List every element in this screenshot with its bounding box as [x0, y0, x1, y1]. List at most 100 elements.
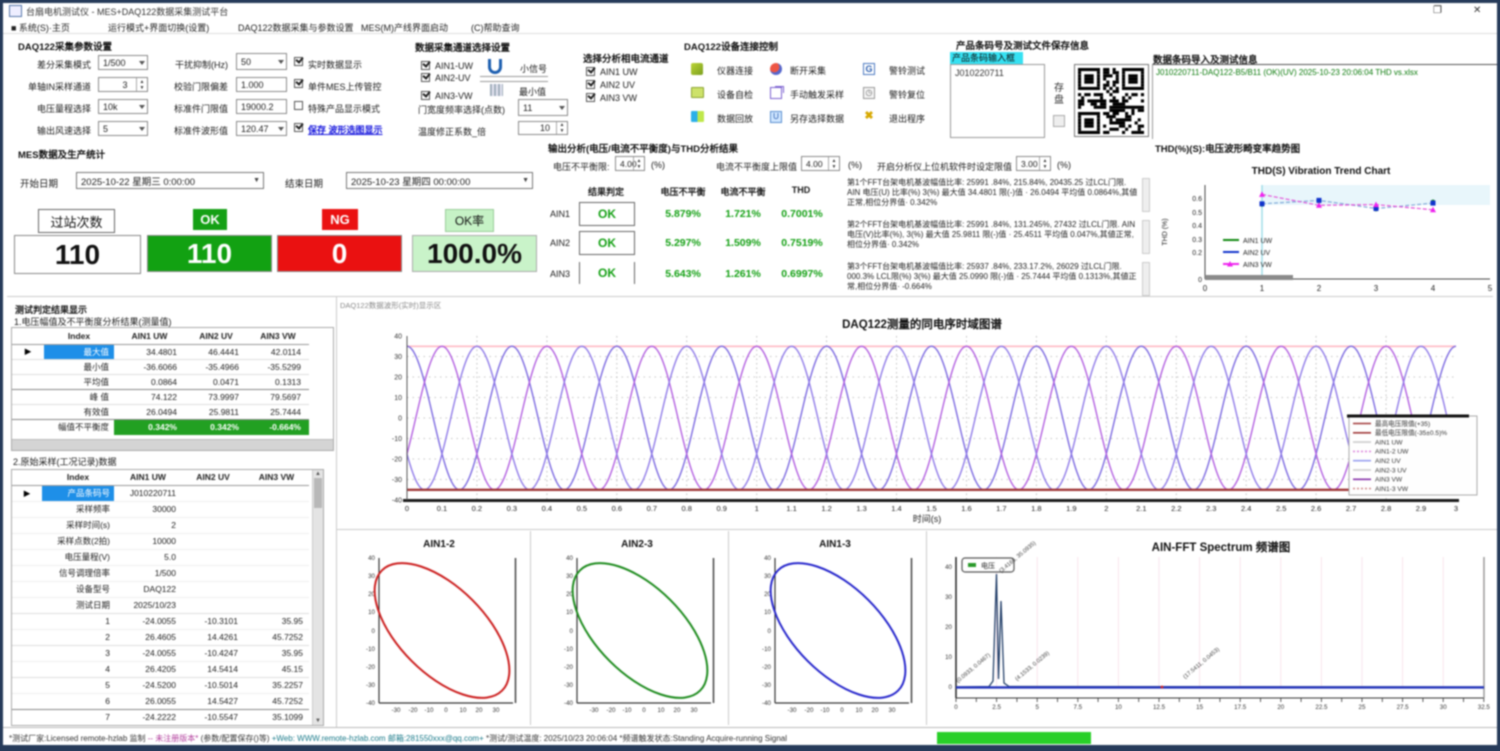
svg-text:0: 0 — [570, 628, 574, 635]
svg-text:15: 15 — [1196, 704, 1203, 711]
svg-text:2.7: 2.7 — [1346, 504, 1356, 513]
svg-text:1.6: 1.6 — [961, 504, 971, 513]
svg-text:0.8: 0.8 — [681, 504, 691, 513]
svg-text:0.6: 0.6 — [1192, 196, 1202, 203]
svg-text:0.6: 0.6 — [612, 504, 622, 513]
svg-text:0: 0 — [405, 504, 409, 513]
svg-text:1.2: 1.2 — [821, 504, 831, 513]
svg-text:THD(S) Vibration Trend Chart: THD(S) Vibration Trend Chart — [1252, 166, 1391, 177]
svg-text:20: 20 — [476, 707, 483, 714]
svg-text:2.5: 2.5 — [992, 704, 1001, 711]
svg-text:AIN1-3: AIN1-3 — [819, 539, 851, 550]
svg-text:10: 10 — [394, 395, 402, 402]
svg-text:最低电压限值(-35±0.5)%: 最低电压限值(-35±0.5)% — [1375, 428, 1447, 437]
svg-text:AIN1-3 VW: AIN1-3 VW — [1375, 486, 1409, 493]
svg-text:-20: -20 — [564, 664, 574, 671]
svg-text:20: 20 — [945, 624, 952, 631]
svg-text:0.2: 0.2 — [1192, 250, 1202, 257]
svg-text:40: 40 — [764, 555, 771, 562]
svg-text:30: 30 — [889, 707, 896, 714]
svg-text:-40: -40 — [392, 498, 402, 505]
svg-text:-20: -20 — [607, 707, 617, 714]
svg-text:1.5: 1.5 — [926, 504, 936, 513]
svg-text:0: 0 — [768, 628, 772, 635]
svg-text:30: 30 — [394, 354, 402, 361]
svg-text:AIN2-3: AIN2-3 — [621, 539, 653, 550]
svg-text:0.7: 0.7 — [647, 504, 657, 513]
svg-text:-20: -20 — [762, 664, 772, 671]
svg-text:0: 0 — [954, 704, 958, 711]
svg-text:10: 10 — [1115, 704, 1122, 711]
svg-text:-40: -40 — [564, 700, 574, 707]
svg-text:10: 10 — [566, 609, 573, 616]
svg-text:2.9: 2.9 — [1416, 504, 1426, 513]
svg-text:-10: -10 — [392, 436, 402, 443]
svg-text:1.8: 1.8 — [1031, 504, 1041, 513]
svg-text:17.5: 17.5 — [1234, 704, 1247, 711]
svg-text:0.3: 0.3 — [1192, 237, 1202, 244]
svg-text:30: 30 — [945, 594, 952, 601]
svg-text:32.5: 32.5 — [1478, 704, 1491, 711]
svg-text:DAQ122测量的同电序时域图谱: DAQ122测量的同电序时域图谱 — [842, 317, 1002, 331]
svg-text:-10: -10 — [564, 646, 574, 653]
svg-text:(0.0933, 0.0467): (0.0933, 0.0467) — [955, 653, 991, 685]
svg-text:-20: -20 — [392, 457, 402, 464]
svg-text:-30: -30 — [392, 477, 402, 484]
svg-text:0: 0 — [398, 416, 402, 423]
svg-text:AIN2 UV: AIN2 UV — [1243, 250, 1271, 257]
svg-text:2.1: 2.1 — [1136, 504, 1146, 513]
svg-text:-20: -20 — [366, 664, 376, 671]
svg-text:-10: -10 — [425, 707, 435, 714]
svg-text:1.3: 1.3 — [856, 504, 866, 513]
svg-text:1.4: 1.4 — [891, 504, 901, 513]
svg-text:AIN3 VW: AIN3 VW — [1375, 477, 1403, 484]
svg-text:30: 30 — [764, 573, 771, 580]
svg-text:AIN-FFT Spectrum 频谱图: AIN-FFT Spectrum 频谱图 — [1152, 540, 1291, 554]
svg-text:0: 0 — [642, 707, 646, 714]
svg-text:1.1: 1.1 — [786, 504, 796, 513]
svg-text:AIN1-2: AIN1-2 — [423, 539, 455, 550]
svg-text:2: 2 — [1104, 504, 1108, 513]
svg-text:20: 20 — [674, 707, 681, 714]
svg-text:2.8: 2.8 — [1381, 504, 1391, 513]
svg-text:0.4: 0.4 — [542, 504, 552, 513]
svg-text:0.1: 0.1 — [437, 504, 447, 513]
svg-text:0.5: 0.5 — [1192, 210, 1202, 217]
svg-text:1.9: 1.9 — [1066, 504, 1076, 513]
svg-text:AIN1 UW: AIN1 UW — [1375, 439, 1403, 446]
svg-text:2: 2 — [1317, 284, 1322, 293]
svg-text:0: 0 — [1203, 284, 1208, 293]
svg-text:12.5: 12.5 — [1153, 704, 1166, 711]
svg-text:0.2: 0.2 — [472, 504, 482, 513]
svg-text:THD (%): THD (%) — [1162, 218, 1169, 245]
svg-text:0.5: 0.5 — [577, 504, 587, 513]
svg-text:10: 10 — [368, 609, 375, 616]
svg-text:1.7: 1.7 — [996, 504, 1006, 513]
svg-text:2.5: 2.5 — [1276, 504, 1286, 513]
svg-text:最高电压限值(+35): 最高电压限值(+35) — [1375, 419, 1430, 428]
svg-text:0: 0 — [372, 628, 376, 635]
svg-text:0.9: 0.9 — [716, 504, 726, 513]
svg-text:AIN2 UV: AIN2 UV — [1375, 458, 1401, 465]
svg-text:20: 20 — [872, 707, 879, 714]
svg-text:40: 40 — [368, 555, 375, 562]
svg-text:30: 30 — [368, 573, 375, 580]
svg-text:27.5: 27.5 — [1397, 704, 1410, 711]
svg-text:22.5: 22.5 — [1315, 704, 1328, 711]
svg-text:-30: -30 — [762, 682, 772, 689]
svg-text:40: 40 — [394, 334, 402, 341]
svg-text:AIN1 UW: AIN1 UW — [1243, 238, 1273, 245]
svg-text:40: 40 — [945, 564, 952, 571]
svg-text:10: 10 — [460, 707, 467, 714]
svg-text:-10: -10 — [762, 646, 772, 653]
svg-text:7.5: 7.5 — [1073, 704, 1082, 711]
svg-text:-30: -30 — [564, 682, 574, 689]
svg-text:0: 0 — [1198, 277, 1202, 284]
svg-text:时间(s): 时间(s) — [913, 513, 942, 524]
svg-text:2.4: 2.4 — [1241, 504, 1251, 513]
svg-text:AIN3 VW: AIN3 VW — [1243, 262, 1272, 269]
svg-text:AIN1-2 UW: AIN1-2 UW — [1375, 449, 1409, 456]
svg-text:-10: -10 — [366, 646, 376, 653]
svg-text:3: 3 — [1374, 284, 1379, 293]
svg-text:10: 10 — [764, 609, 771, 616]
